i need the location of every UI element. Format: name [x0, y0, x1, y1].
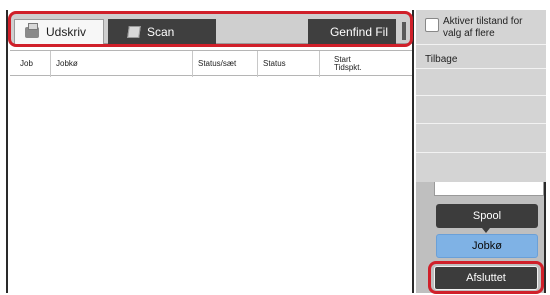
completed-button[interactable]: Afsluttet — [434, 266, 538, 290]
panel-slot — [434, 182, 544, 196]
tab-scan[interactable]: Scan — [108, 19, 216, 44]
spool-button[interactable]: Spool — [436, 204, 538, 228]
action-list: Aktiver tilstand for valg af flere Tilba… — [416, 10, 546, 182]
divider — [416, 68, 546, 69]
column-status: Status — [257, 51, 319, 77]
tab-scan-label: Scan — [147, 24, 175, 39]
mode-tab-bar: Udskriv Scan Genfind Fil — [10, 14, 412, 44]
column-start-line2: Tidspkt. — [334, 63, 362, 72]
column-job: Job — [20, 59, 33, 68]
arrow-down-icon — [482, 228, 490, 233]
tab-find-file[interactable]: Genfind Fil — [308, 19, 396, 44]
divider — [416, 44, 546, 45]
tab-print-label: Udskriv — [46, 25, 87, 39]
divider — [416, 95, 546, 96]
column-status-set: Status/sæt — [192, 51, 257, 77]
multi-select-checkbox[interactable] — [425, 18, 439, 32]
column-start-time: Start Tidspkt. — [319, 51, 412, 77]
divider — [416, 152, 546, 153]
printer-icon — [25, 22, 39, 38]
job-table-header: Job Jobkø Status/sæt Status Start Tidspk… — [10, 50, 412, 77]
tab-find-file-label: Genfind Fil — [329, 24, 388, 39]
column-job-queue: Jobkø — [50, 51, 192, 77]
tab-scroll-stub[interactable] — [402, 22, 406, 40]
job-queue-button[interactable]: Jobkø — [436, 234, 538, 258]
tab-print[interactable]: Udskriv — [14, 19, 104, 44]
scanner-icon — [127, 25, 141, 38]
divider — [416, 123, 546, 124]
multi-select-label[interactable]: Aktiver tilstand for valg af flere — [443, 16, 543, 40]
job-status-screen: Udskriv Scan Genfind Fil Job Jobkø Statu… — [0, 0, 550, 295]
back-item[interactable]: Tilbage — [425, 54, 457, 65]
